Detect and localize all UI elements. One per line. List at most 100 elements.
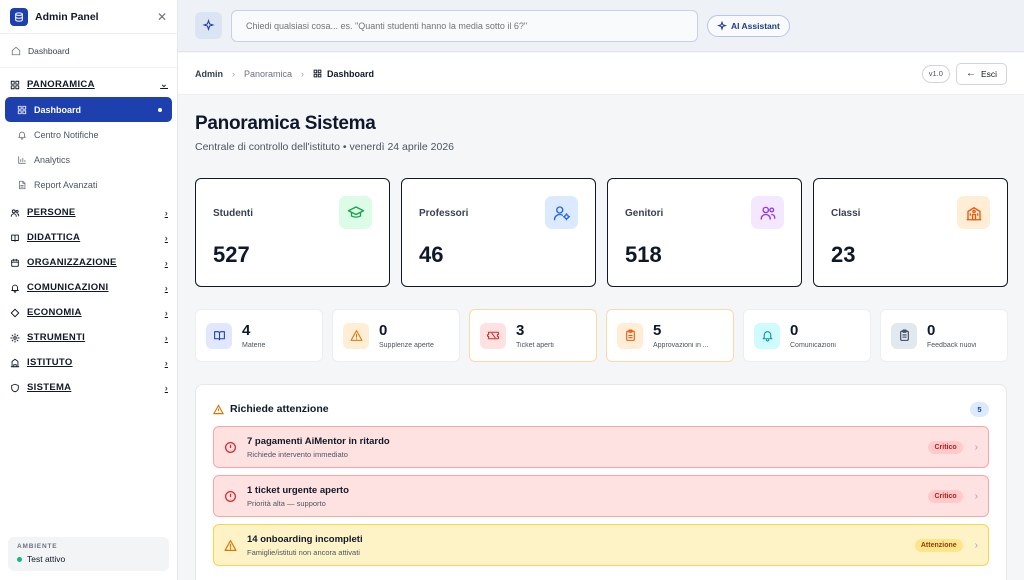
attention-panel: Richiede attenzione 5 7 pagamenti AiMent…: [195, 384, 1007, 580]
calendar-icon: [9, 257, 21, 269]
alert-circle-icon: [225, 490, 236, 502]
stat-card-professori[interactable]: Professori 46: [401, 178, 596, 287]
mini-label: Materie: [242, 341, 266, 349]
sidebar-section-economia[interactable]: ECONOMIA ›: [0, 300, 177, 325]
mini-card-ticket-aperti[interactable]: 3 Ticket aperti: [469, 309, 597, 362]
mini-card-supplenze-aperte[interactable]: 0 Supplenze aperte: [332, 309, 460, 362]
clipboard-icon: [617, 322, 643, 349]
sidebar-title: Admin Panel: [35, 10, 99, 23]
main-content: Panoramica Sistema Centrale di controllo…: [178, 96, 1024, 580]
stat-label: Classi: [831, 208, 861, 219]
gear-icon: [9, 332, 21, 344]
diamond-icon: [9, 307, 21, 319]
mini-card-feedback-nuovi[interactable]: 0 Feedback nuovi: [880, 309, 1008, 362]
mini-card-approvazioni-in[interactable]: 5 Approvazioni in ...: [606, 309, 734, 362]
shield-icon: [11, 383, 19, 392]
calendar-icon: [11, 258, 19, 267]
attention-item[interactable]: 1 ticket urgente aperto Priorità alta — s…: [213, 475, 989, 517]
users-icon: [9, 207, 21, 219]
sidebar-section-organizzazione[interactable]: ORGANIZZAZIONE ›: [0, 250, 177, 275]
environment-box: AMBIENTE Test attivo: [8, 537, 169, 571]
book-icon: [11, 234, 19, 242]
database-icon: [10, 7, 28, 26]
chevron-right-icon: ›: [974, 539, 978, 551]
attention-item-text: 14 onboarding incompleti Famiglie/istitut…: [247, 534, 915, 557]
mini-value: 0: [379, 322, 388, 339]
sidebar-section-comunicazioni[interactable]: COMUNICAZIONI ›: [0, 275, 177, 300]
attention-item-subtitle: Famiglie/istituti non ancora attivati: [247, 547, 360, 557]
grid-icon: [9, 79, 21, 91]
chevron-right-icon: ›: [164, 307, 168, 318]
sparkle-button[interactable]: [195, 12, 222, 39]
chevron-right-icon: ›: [974, 490, 978, 502]
sidebar-item-centro-notifiche[interactable]: Centro Notifiche: [0, 122, 177, 147]
attention-list: 7 pagamenti AiMentor in ritardo Richiede …: [213, 426, 989, 566]
chevron-right-icon: ›: [164, 207, 168, 218]
sidebar-section-label: ORGANIZZAZIONE: [27, 257, 117, 268]
mini-card-text: 0 Feedback nuovi: [927, 323, 997, 349]
home-icon: [10, 45, 22, 57]
breadcrumb-panoramica[interactable]: Panoramica: [244, 69, 292, 79]
building-icon: [10, 358, 20, 367]
users-icon: [10, 208, 20, 217]
sidebar-nav: PANORAMICA ⌄ Dashboard Centro Notifiche Anal…: [0, 68, 177, 400]
arrow-left-icon: ←: [965, 68, 976, 79]
exit-button[interactable]: ← Esci: [955, 62, 1007, 85]
attention-item[interactable]: 7 pagamenti AiMentor in ritardo Richiede …: [213, 426, 989, 468]
file-icon: [16, 179, 28, 191]
chevron-right-icon: ›: [164, 382, 168, 393]
chevron-right-icon: ›: [301, 68, 305, 79]
clipboard-list-icon: [899, 329, 909, 341]
mini-value: 4: [242, 322, 251, 339]
stat-card-studenti[interactable]: Studenti 527: [195, 178, 390, 287]
breadcrumb-current: Dashboard: [313, 69, 374, 79]
chevron-right-icon: ›: [164, 282, 168, 293]
ai-assistant-label: AI Assistant: [731, 20, 780, 31]
attention-item[interactable]: 14 onboarding incompleti Famiglie/istitut…: [213, 524, 989, 566]
sidebar-section-persone[interactable]: PERSONE ›: [0, 200, 177, 225]
attention-item-title: 7 pagamenti AiMentor in ritardo: [247, 435, 390, 447]
sidebar-section-label: PANORAMICA: [27, 79, 95, 90]
sidebar-item-report-avanzati[interactable]: Report Avanzati: [0, 172, 177, 197]
sparkle-icon: [202, 19, 215, 32]
sidebar-section-istituto[interactable]: ISTITUTO ›: [0, 350, 177, 375]
sidebar-item-dashboard[interactable]: Dashboard: [5, 97, 172, 122]
severity-badge: Critico: [928, 489, 963, 503]
attention-item-title: 14 onboarding incompleti: [247, 533, 363, 545]
search-input[interactable]: [231, 9, 698, 42]
bell-icon: [754, 322, 780, 349]
warning-icon: [350, 330, 362, 341]
ai-assistant-button[interactable]: AI Assistant: [707, 14, 790, 37]
sidebar-section-strumenti[interactable]: STRUMENTI ›: [0, 325, 177, 350]
ticket-icon: [480, 322, 506, 349]
book-open-icon: [206, 322, 232, 349]
stat-card-genitori[interactable]: Genitori 518: [607, 178, 802, 287]
sidebar-item-label: Report Avanzati: [34, 179, 98, 190]
bar-chart-icon: [16, 154, 28, 166]
mini-card-text: 0 Comunicazioni: [790, 323, 860, 349]
sidebar-section-sistema[interactable]: SISTEMA ›: [0, 375, 177, 400]
page-subtitle: Centrale di controllo dell'istituto • ve…: [195, 141, 454, 153]
attention-count-badge: 5: [970, 401, 989, 417]
sidebar-item-analytics[interactable]: Analytics: [0, 147, 177, 172]
sparkle-icon: [717, 20, 727, 31]
close-icon[interactable]: ✕: [157, 10, 167, 24]
grid-icon: [313, 69, 322, 78]
diamond-icon: [10, 308, 20, 317]
mini-card-materie[interactable]: 4 Materie: [195, 309, 323, 362]
sidebar-section-label: DIDATTICA: [27, 232, 81, 243]
stat-card-classi[interactable]: Classi 23: [813, 178, 1008, 287]
warning-icon: [224, 539, 237, 551]
sidebar-section-panoramica[interactable]: PANORAMICA ⌄: [0, 72, 177, 97]
mini-card-comunicazioni[interactable]: 0 Comunicazioni: [743, 309, 871, 362]
sidebar-quick-dashboard[interactable]: Dashboard: [0, 34, 177, 68]
building-icon: [9, 357, 21, 369]
sidebar-header: Admin Panel ✕: [0, 0, 177, 34]
users-icon: [760, 206, 775, 220]
breadcrumb-admin[interactable]: Admin: [195, 69, 223, 79]
sidebar-section-didattica[interactable]: DIDATTICA ›: [0, 225, 177, 250]
school-icon: [957, 196, 990, 229]
mini-value: 0: [927, 322, 936, 339]
graduation-cap-icon: [339, 196, 372, 229]
environment-status: Test attivo: [17, 554, 160, 564]
